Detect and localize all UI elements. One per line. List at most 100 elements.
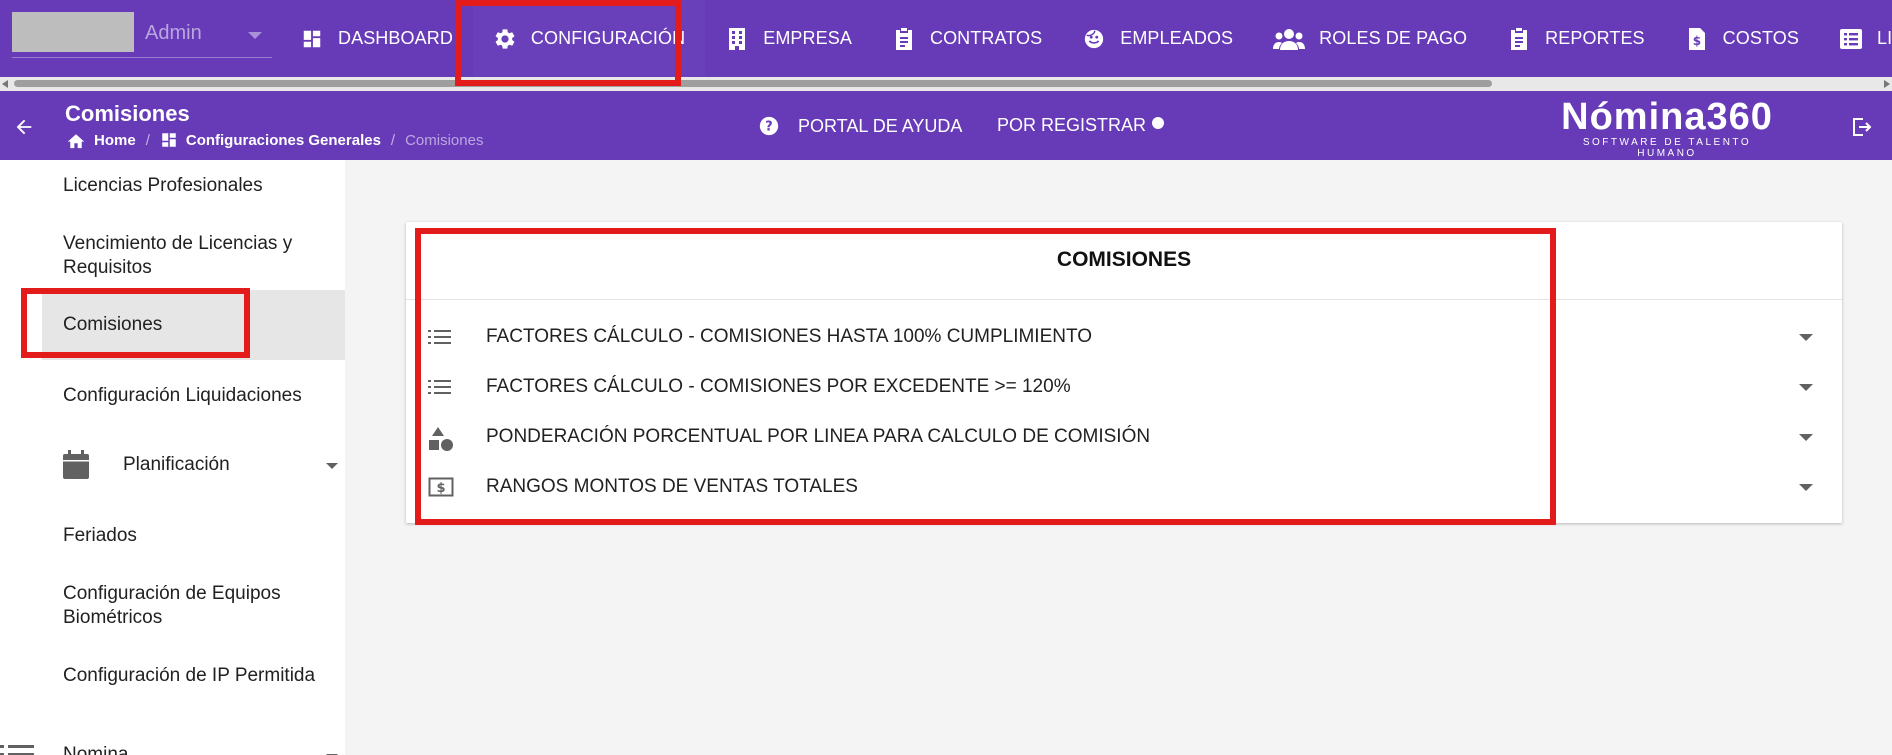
- brand-tagline: SOFTWARE DE TALENTO HUMANO: [1582, 137, 1752, 159]
- comisiones-panel: COMISIONES FACTORES CÁLCULO - COMISIONES…: [406, 222, 1842, 523]
- sidebar-item-comisiones[interactable]: Comisiones: [42, 290, 345, 360]
- chevron-down-icon[interactable]: [1799, 384, 1813, 391]
- sidebar-item-label: Configuración Liquidaciones: [63, 385, 302, 406]
- nav-dashboard[interactable]: DASHBOARD: [280, 0, 473, 77]
- nav-label: DASHBOARD: [338, 28, 453, 48]
- breadcrumb: Home / Configuraciones Generales / Comis…: [66, 131, 483, 149]
- svg-text:?: ?: [765, 120, 772, 135]
- dollar-document-icon: $: [1685, 27, 1709, 51]
- page-header: Comisiones Home / Configuraciones Genera…: [0, 91, 1892, 160]
- breadcrumb-separator: /: [390, 131, 396, 149]
- chevron-down-icon[interactable]: [1799, 484, 1813, 491]
- sidebar-item-label: Nomina: [63, 744, 129, 755]
- user-menu[interactable]: Admin: [12, 12, 272, 58]
- breadcrumb-parent[interactable]: Configuraciones Generales: [160, 131, 381, 149]
- list-icon: [428, 376, 452, 398]
- brand-name: Nómina360: [1561, 96, 1773, 138]
- main-menu: DASHBOARD CONFIGURACIÓN EMPRESA CONTRATO…: [280, 0, 1892, 77]
- sidebar-item-label: Licencias Profesionales: [63, 175, 263, 196]
- breadcrumb-parent-label: Configuraciones Generales: [185, 131, 381, 149]
- nav-reportes[interactable]: REPORTES: [1487, 0, 1665, 77]
- sidebar-item-equipos-biometricos[interactable]: Configuración de Equipos Biométricos: [0, 582, 345, 634]
- people-icon: [1273, 27, 1306, 51]
- sidebar-item-label: Feriados: [63, 525, 137, 546]
- sidebar-item-nomina[interactable]: Nomina: [0, 740, 345, 755]
- face-icon: [1082, 27, 1106, 51]
- nav-empresa[interactable]: EMPRESA: [705, 0, 872, 77]
- scroll-thumb[interactable]: [14, 80, 1492, 87]
- logout-button[interactable]: [1849, 115, 1873, 139]
- sidebar-item-planificacion[interactable]: Planificación: [0, 450, 345, 480]
- home-icon: [67, 134, 85, 149]
- sidebar-item-label: Vencimiento de Licencias y Requisitos: [63, 233, 293, 278]
- nav-contratos[interactable]: CONTRATOS: [872, 0, 1062, 77]
- help-icon: ?: [759, 116, 779, 136]
- dashboard-icon: [162, 133, 176, 147]
- nav-costos[interactable]: $ COSTOS: [1665, 0, 1819, 77]
- notification-dot: [1152, 116, 1165, 129]
- sidebar-item-licencias-profesionales[interactable]: Licencias Profesionales: [0, 174, 345, 202]
- dashboard-icon: [300, 27, 324, 51]
- sidebar-item-label: Comisiones: [63, 314, 163, 335]
- breadcrumb-current: Comisiones: [405, 131, 484, 149]
- shapes-icon: [428, 426, 453, 451]
- nav-label: COSTOS: [1722, 28, 1799, 48]
- svg-text:$: $: [1692, 34, 1700, 48]
- scroll-left-icon[interactable]: [2, 80, 8, 88]
- gear-icon: [493, 27, 517, 51]
- register-link[interactable]: POR REGISTRAR: [997, 115, 1165, 136]
- register-label: POR REGISTRAR: [997, 115, 1147, 135]
- nav-liquidaciones[interactable]: LIQUIDACIONE: [1819, 0, 1892, 77]
- arrow-left-icon: [16, 119, 32, 135]
- nav-label: EMPLEADOS: [1120, 28, 1234, 48]
- expansion-row-ponderacion[interactable]: PONDERACIÓN PORCENTUAL POR LINEA PARA CA…: [406, 412, 1842, 462]
- list-icon: [428, 326, 452, 348]
- breadcrumb-separator: /: [145, 131, 150, 149]
- back-button[interactable]: [10, 113, 38, 141]
- expansion-row-factores-100[interactable]: FACTORES CÁLCULO - COMISIONES HASTA 100%…: [406, 312, 1842, 362]
- nav-label: CONTRATOS: [929, 28, 1043, 48]
- sidebar-item-configuracion-liquidaciones[interactable]: Configuración Liquidaciones: [0, 384, 345, 412]
- sidebar-item-vencimiento-licencias[interactable]: Vencimiento de Licencias y Requisitos: [0, 232, 345, 284]
- chevron-down-icon: [248, 32, 262, 39]
- nav-configuracion[interactable]: CONFIGURACIÓN: [472, 0, 706, 77]
- money-icon: $: [428, 476, 454, 498]
- expansion-row-factores-120[interactable]: FACTORES CÁLCULO - COMISIONES POR EXCEDE…: [406, 362, 1842, 412]
- logout-icon: [1853, 118, 1872, 136]
- chevron-down-icon[interactable]: [1799, 334, 1813, 341]
- page-title: Comisiones: [65, 101, 190, 126]
- panel-title: COMISIONES: [406, 222, 1842, 300]
- nav-label: EMPRESA: [763, 28, 852, 48]
- help-portal-link[interactable]: ? PORTAL DE AYUDA: [758, 115, 962, 137]
- nav-scrollbar[interactable]: [0, 77, 1892, 91]
- row-label: RANGOS MONTOS DE VENTAS TOTALES: [486, 476, 858, 497]
- top-navbar: Admin DASHBOARD CONFIGURACIÓN EMPRESA CO…: [0, 0, 1892, 77]
- sidebar-item-feriados[interactable]: Feriados: [0, 524, 345, 552]
- svg-text:$: $: [436, 481, 445, 496]
- clipboard-icon: [892, 27, 916, 51]
- row-label: PONDERACIÓN PORCENTUAL POR LINEA PARA CA…: [486, 426, 1151, 447]
- user-name: Admin: [145, 22, 202, 44]
- app-window: Admin DASHBOARD CONFIGURACIÓN EMPRESA CO…: [0, 0, 1892, 755]
- nav-label: ROLES DE PAGO: [1319, 28, 1468, 48]
- nav-empleados[interactable]: EMPLEADOS: [1062, 0, 1253, 77]
- list-box-icon: [1839, 27, 1863, 51]
- chevron-down-icon[interactable]: [1799, 434, 1813, 441]
- chevron-down-icon: [326, 463, 338, 469]
- calendar-icon: [62, 450, 90, 487]
- clipboard-list-icon: [1507, 27, 1531, 51]
- breadcrumb-home[interactable]: Home: [66, 131, 136, 149]
- nav-label: REPORTES: [1545, 28, 1645, 48]
- breadcrumb-home-label: Home: [94, 131, 136, 149]
- sidebar-item-label: Planificación: [123, 454, 230, 475]
- nav-label: CONFIGURACIÓN: [530, 28, 686, 48]
- avatar: [12, 12, 134, 52]
- nav-label: LIQUIDACIONE: [1876, 28, 1892, 48]
- scroll-right-icon[interactable]: [1884, 80, 1890, 88]
- nav-roles-de-pago[interactable]: ROLES DE PAGO: [1253, 0, 1487, 77]
- help-portal-label: PORTAL DE AYUDA: [798, 115, 963, 136]
- row-label: FACTORES CÁLCULO - COMISIONES POR EXCEDE…: [486, 376, 1071, 397]
- sidebar-item-ip-permitida[interactable]: Configuración de IP Permitida: [0, 664, 345, 692]
- expansion-row-rangos-montos[interactable]: $ RANGOS MONTOS DE VENTAS TOTALES: [406, 462, 1842, 512]
- list-icon: [0, 743, 34, 755]
